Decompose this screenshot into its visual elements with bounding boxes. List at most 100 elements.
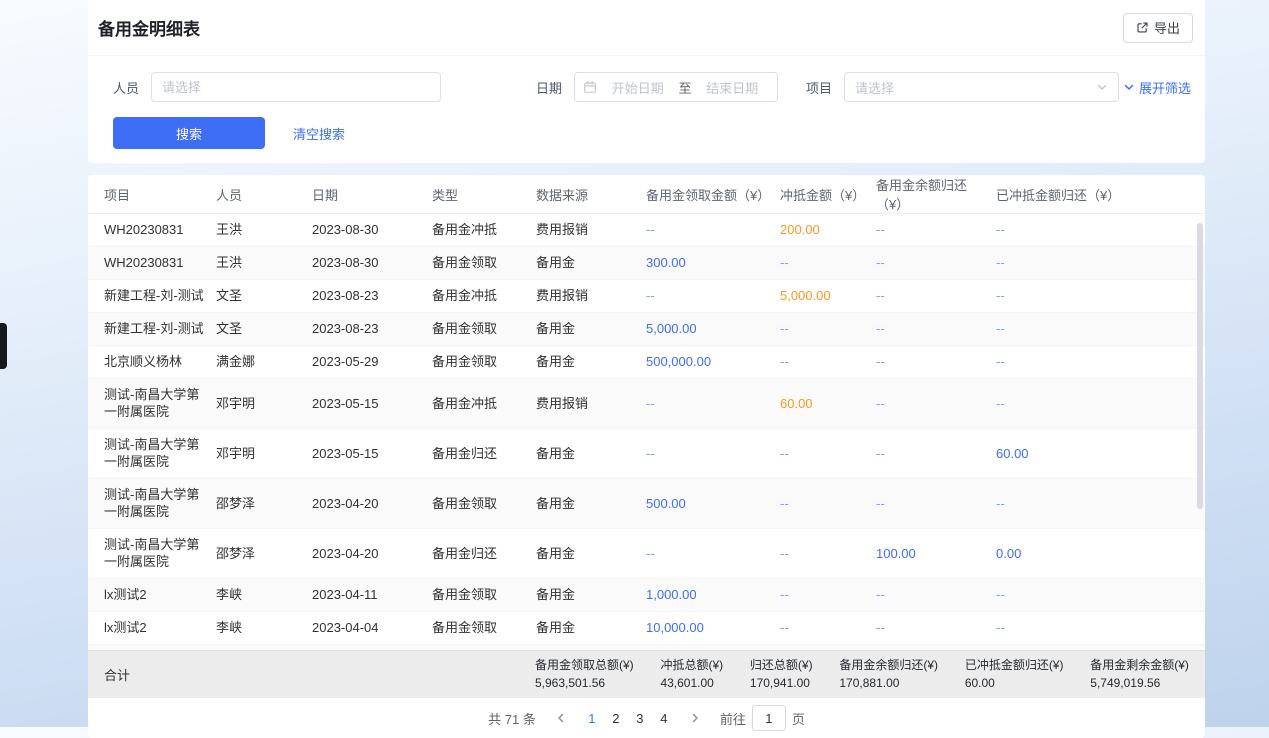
summary-item-value: 170,941.00: [750, 676, 813, 691]
table-row[interactable]: lx测试2李峡2023-04-04备用金冲抵费用报销--3,000.00----: [88, 645, 1205, 650]
page-button-4[interactable]: 4: [652, 711, 676, 726]
cell-project: 测试-南昌大学第一附属医院: [104, 479, 216, 528]
cell-type: 备用金领取: [432, 488, 536, 520]
summary-item: 归还总额(¥)170,941.00: [750, 658, 813, 691]
table-row[interactable]: 测试-南昌大学第一附属医院邓宇明2023-05-15备用金归还备用金------…: [88, 429, 1205, 479]
cell-offset_return: --: [996, 313, 1205, 345]
drawer-toggle[interactable]: [0, 323, 7, 369]
cell-offset: --: [780, 538, 876, 570]
column-header: 备用金余额归还（¥）: [876, 175, 996, 213]
summary-item: 备用金余额归还(¥) 170,881.00: [839, 658, 938, 691]
cell-type: 备用金归还: [432, 438, 536, 470]
cell-offset_return: --: [996, 346, 1205, 378]
cell-source: 费用报销: [536, 214, 646, 246]
cell-date: 2023-04-20: [312, 488, 432, 520]
cell-source: 费用报销: [536, 388, 646, 420]
next-page-button[interactable]: [684, 707, 706, 729]
person-select-input[interactable]: [151, 72, 441, 102]
summary-item-label: 备用金余额归还(¥): [839, 658, 938, 673]
summary-item-label: 备用金剩余金额(¥): [1090, 658, 1189, 673]
table-row[interactable]: 测试-南昌大学第一附属医院邵梦泽2023-04-20备用金归还备用金----10…: [88, 529, 1205, 579]
table-row[interactable]: WH20230831王洪2023-08-30备用金领取备用金300.00----…: [88, 247, 1205, 280]
cell-project: 测试-南昌大学第一附属医院: [104, 529, 216, 578]
cell-balance_return: --: [876, 488, 996, 520]
cell-source: 备用金: [536, 488, 646, 520]
page-button-3[interactable]: 3: [628, 711, 652, 726]
table-row[interactable]: 测试-南昌大学第一附属医院邵梦泽2023-04-20备用金领取备用金500.00…: [88, 479, 1205, 529]
page-button-2[interactable]: 2: [604, 711, 628, 726]
cell-type: 备用金冲抵: [432, 214, 536, 246]
cell-balance_return: --: [876, 346, 996, 378]
cell-type: 备用金冲抵: [432, 388, 536, 420]
cell-person: 李峡: [216, 612, 312, 644]
cell-type: 备用金领取: [432, 579, 536, 611]
goto-page: 前往 页: [720, 705, 805, 731]
column-header: 数据来源: [536, 185, 646, 204]
cell-received: --: [646, 538, 780, 570]
date-range-picker[interactable]: 开始日期 至 结束日期: [574, 72, 778, 102]
cell-person: 邵梦泽: [216, 488, 312, 520]
export-button[interactable]: 导出: [1123, 13, 1193, 43]
cell-person: 李峡: [216, 579, 312, 611]
header-card: 备用金明细表 导出 人员 日期: [88, 0, 1205, 163]
column-header: 已冲抵金额归还（¥）: [996, 185, 1205, 204]
table-row[interactable]: lx测试2李峡2023-04-11备用金领取备用金1,000.00------: [88, 579, 1205, 612]
column-header: 项目: [104, 185, 216, 204]
cell-received: 5,000.00: [646, 313, 780, 345]
cell-date: 2023-05-15: [312, 388, 432, 420]
filter-actions: 搜索 清空搜索: [88, 102, 1205, 149]
cell-offset: 3,000.00: [780, 645, 876, 650]
cell-offset: --: [780, 488, 876, 520]
cell-project: WH20230831: [104, 247, 216, 279]
cell-source: 备用金: [536, 438, 646, 470]
search-button[interactable]: 搜索: [113, 117, 265, 149]
export-label: 导出: [1154, 18, 1180, 37]
prev-page-button[interactable]: [550, 707, 572, 729]
cell-offset_return: 60.00: [996, 438, 1205, 470]
cell-offset: --: [780, 313, 876, 345]
goto-page-input[interactable]: [752, 705, 786, 731]
table-scrollbar[interactable]: [1197, 223, 1203, 509]
calendar-icon: [583, 80, 597, 94]
cell-date: 2023-08-30: [312, 214, 432, 246]
cell-received: 300.00: [646, 247, 780, 279]
cell-source: 费用报销: [536, 280, 646, 312]
cell-date: 2023-05-15: [312, 438, 432, 470]
cell-balance_return: --: [876, 388, 996, 420]
summary-item-label: 备用金领取总额(¥): [535, 658, 634, 673]
goto-suffix-label: 页: [792, 709, 805, 728]
summary-item-value: 5,749,019.56: [1090, 676, 1189, 691]
chevron-down-icon: [1096, 81, 1108, 93]
project-filter: 项目 请选择: [806, 72, 1119, 102]
summary-items: 备用金领取总额(¥)5,963,501.56冲抵总额(¥)43,601.00归还…: [535, 658, 1189, 691]
project-select[interactable]: 请选择: [844, 72, 1119, 102]
date-end-placeholder: 结束日期: [696, 78, 770, 97]
cell-offset: 200.00: [780, 214, 876, 246]
cell-balance_return: --: [876, 280, 996, 312]
cell-received: --: [646, 438, 780, 470]
cell-offset: 60.00: [780, 388, 876, 420]
cell-offset: --: [780, 579, 876, 611]
expand-filters-link[interactable]: 展开筛选: [1123, 78, 1205, 97]
date-filter-label: 日期: [536, 78, 562, 97]
cell-offset_return: --: [996, 214, 1205, 246]
goto-prefix-label: 前往: [720, 709, 746, 728]
cell-offset_return: --: [996, 645, 1205, 650]
cell-date: 2023-04-04: [312, 612, 432, 644]
cell-type: 备用金领取: [432, 247, 536, 279]
page-button-1[interactable]: 1: [580, 711, 604, 726]
cell-balance_return: --: [876, 645, 996, 650]
table-row[interactable]: lx测试2李峡2023-04-04备用金领取备用金10,000.00------: [88, 612, 1205, 645]
table-row[interactable]: 北京顺义杨林满金娜2023-05-29备用金领取备用金500,000.00---…: [88, 346, 1205, 379]
summary-item-label: 已冲抵金额归还(¥): [965, 658, 1064, 673]
summary-item-value: 170,881.00: [839, 676, 938, 691]
table-row[interactable]: WH20230831王洪2023-08-30备用金冲抵费用报销--200.00-…: [88, 214, 1205, 247]
table-row[interactable]: 新建工程-刘-测试文圣2023-08-23备用金领取备用金5,000.00---…: [88, 313, 1205, 346]
table-row[interactable]: 新建工程-刘-测试文圣2023-08-23备用金冲抵费用报销--5,000.00…: [88, 280, 1205, 313]
table-row[interactable]: 测试-南昌大学第一附属医院邓宇明2023-05-15备用金冲抵费用报销 --60.…: [88, 379, 1205, 429]
cell-project: 测试-南昌大学第一附属医院: [104, 379, 216, 428]
clear-search-link[interactable]: 清空搜索: [293, 124, 345, 143]
cell-project: lx测试2: [104, 645, 216, 650]
cell-person: 邓宇明: [216, 388, 312, 420]
pagination-total: 共 71 条: [488, 709, 536, 728]
